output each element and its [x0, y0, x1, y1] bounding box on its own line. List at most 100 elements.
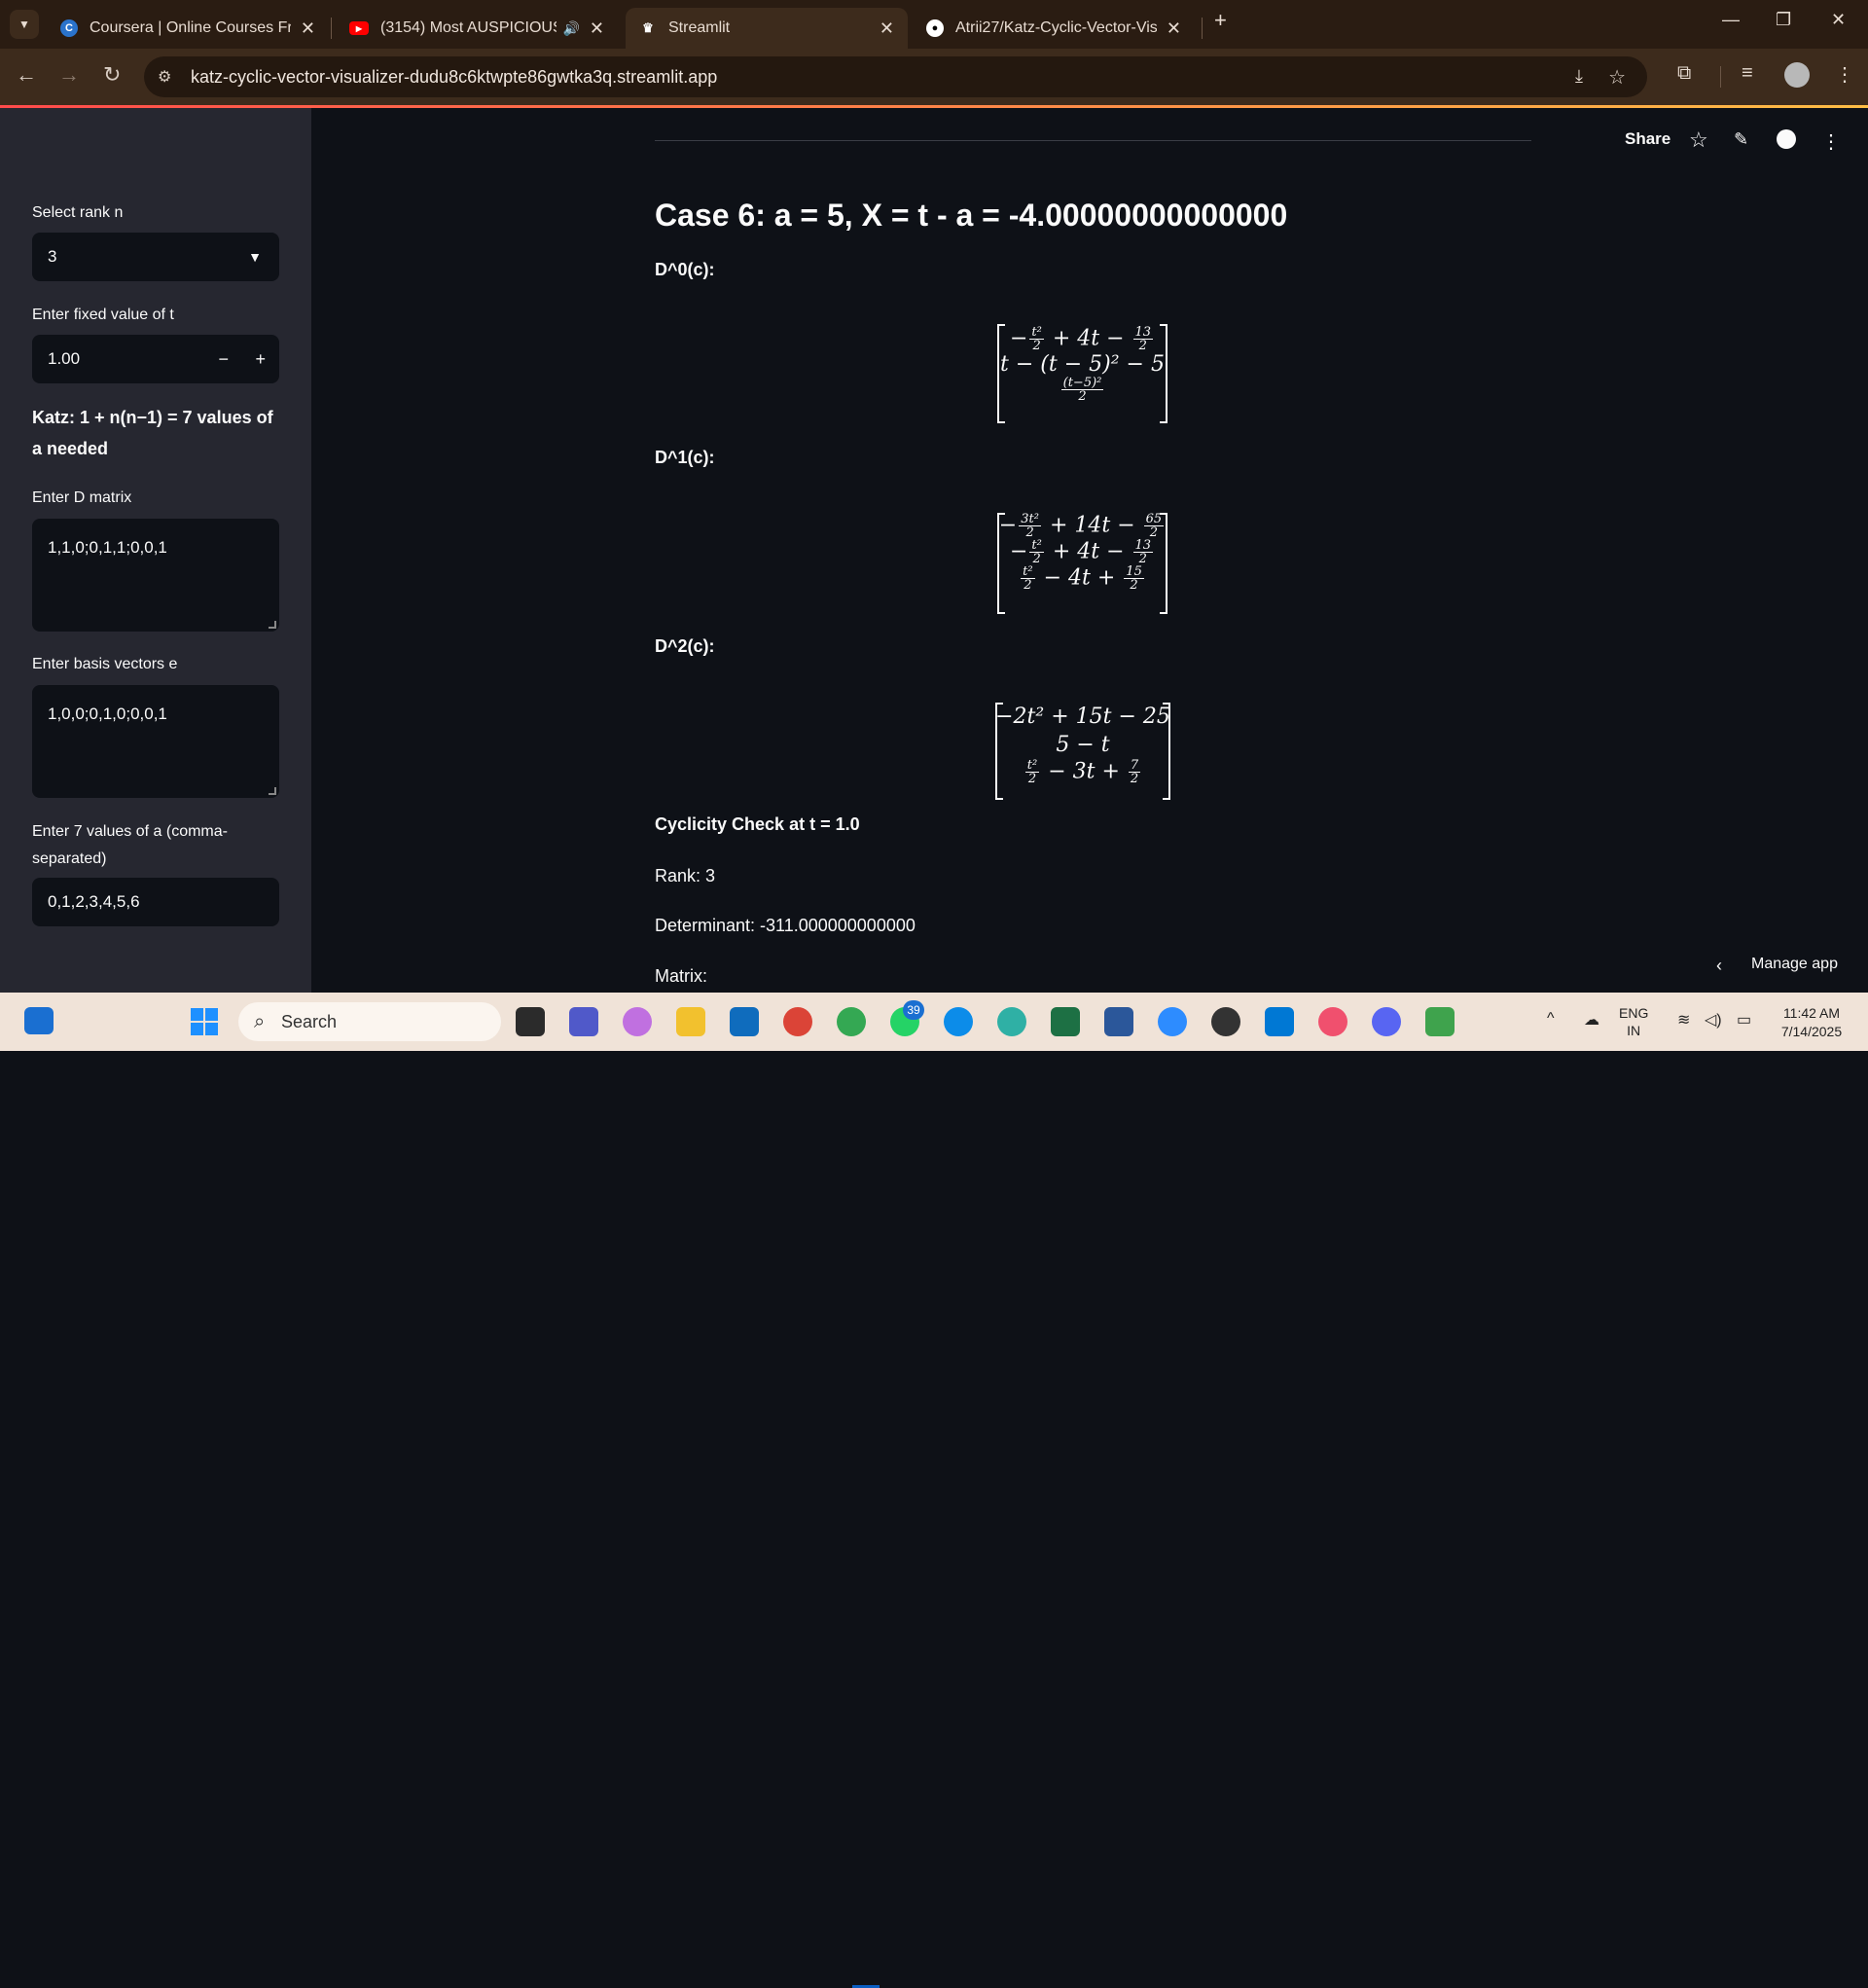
language-indicator[interactable]: ENG IN: [1619, 1004, 1648, 1039]
rank-select[interactable]: 3 ▼: [32, 233, 279, 281]
tab-coursera[interactable]: C Coursera | Online Courses From ✕: [47, 8, 329, 49]
tab-github[interactable]: ● Atrii27/Katz-Cyclic-Vector-Visua ✕: [913, 8, 1195, 49]
denominator: 2: [1078, 389, 1087, 404]
rank-label: Select rank n: [32, 204, 124, 221]
t-number-input[interactable]: 1.00 − +: [32, 335, 279, 383]
edge-icon[interactable]: [944, 1007, 973, 1036]
a-values-input[interactable]: 0,1,2,3,4,5,6: [32, 878, 279, 926]
denominator: 2: [1138, 339, 1147, 353]
battery-icon[interactable]: ▭: [1737, 1010, 1751, 1030]
excel-icon[interactable]: [1051, 1007, 1080, 1036]
date-text: 7/14/2025: [1780, 1024, 1843, 1039]
matrix-label: Matrix:: [655, 966, 707, 986]
math-text: 5 − t: [1056, 733, 1110, 757]
matrix-row: t² 2 − 3t + 72: [995, 759, 1170, 785]
tab-title: Atrii27/Katz-Cyclic-Vector-Visua: [955, 19, 1157, 36]
restore-icon[interactable]: ❐: [1776, 10, 1791, 30]
close-icon[interactable]: ✕: [590, 18, 604, 39]
close-icon[interactable]: ✕: [880, 18, 894, 39]
outlook-icon[interactable]: [730, 1007, 759, 1036]
d-matrix-value: 1,1,0;0,1,1;0,0,1: [48, 538, 167, 557]
teams-icon[interactable]: [569, 1007, 598, 1036]
bracket-left: [995, 703, 1003, 800]
math-text: t − (t − 5)² − 5: [1000, 352, 1165, 377]
resize-handle-icon[interactable]: [269, 621, 276, 629]
tab-search-icon[interactable]: ▼: [10, 10, 39, 39]
record-icon[interactable]: [1318, 1007, 1347, 1036]
discord-icon[interactable]: [1372, 1007, 1401, 1036]
close-icon[interactable]: ✕: [301, 18, 315, 39]
math-text: + 4t −: [1052, 539, 1125, 564]
numerator: 3t²: [1019, 512, 1041, 526]
wordpress-icon[interactable]: [1211, 1007, 1240, 1036]
star-icon[interactable]: ☆: [1689, 127, 1708, 153]
copilot-icon[interactable]: [623, 1007, 652, 1036]
more-menu-icon[interactable]: ⋮: [1821, 129, 1841, 154]
chrome-profile-icon[interactable]: [837, 1007, 866, 1036]
github-icon[interactable]: [1777, 129, 1796, 149]
wifi-icon[interactable]: ≋: [1677, 1010, 1690, 1030]
decrement-button[interactable]: −: [218, 349, 229, 370]
site-info-icon[interactable]: ⚙: [158, 67, 171, 87]
media-control-icon[interactable]: ≡: [1742, 62, 1753, 85]
chevron-up-icon[interactable]: ^: [1547, 1010, 1555, 1028]
file-explorer-icon[interactable]: [676, 1007, 705, 1036]
back-icon[interactable]: ←: [16, 62, 37, 88]
minimize-icon[interactable]: —: [1722, 10, 1740, 30]
rank-value: 3: [48, 247, 57, 266]
url-field[interactable]: ⚙ katz-cyclic-vector-visualizer-dudu8c6k…: [144, 56, 1647, 97]
edit-pencil-icon[interactable]: ✎: [1734, 129, 1748, 150]
tab-streamlit[interactable]: ♛ Streamlit ✕: [626, 8, 908, 49]
onedrive-icon[interactable]: ☁: [1584, 1010, 1599, 1030]
window-close-icon[interactable]: ✕: [1831, 10, 1846, 30]
tab-title: (3154) Most AUSPICIOUS SI: [380, 19, 557, 36]
start-tile: [191, 1023, 203, 1035]
install-app-icon[interactable]: ⤓: [1575, 66, 1583, 87]
new-tab-icon[interactable]: +: [1214, 8, 1227, 33]
rank-text: Rank: 3: [655, 866, 716, 886]
search-icon: ⌕: [254, 1010, 266, 1032]
bookmark-star-icon[interactable]: ☆: [1608, 65, 1626, 90]
task-view-icon[interactable]: [516, 1007, 545, 1036]
browser-menu-icon[interactable]: ⋮: [1835, 62, 1854, 87]
word-icon[interactable]: [1104, 1007, 1133, 1036]
chevron-left-icon[interactable]: ‹: [1716, 956, 1722, 976]
d-matrix-label: Enter D matrix: [32, 489, 132, 506]
chrome-icon[interactable]: [783, 1007, 812, 1036]
speaker-icon[interactable]: 🔊: [562, 20, 579, 37]
increment-button[interactable]: +: [255, 349, 266, 370]
determinant-text: Determinant: -311.000000000000: [655, 916, 916, 935]
clock[interactable]: 11:42 AM 7/14/2025: [1773, 1004, 1850, 1041]
d-matrix-textarea[interactable]: 1,1,0;0,1,1;0,0,1: [32, 519, 279, 632]
manage-app-button[interactable]: Manage app: [1751, 956, 1838, 973]
edge-beta-icon[interactable]: [997, 1007, 1026, 1036]
extensions-icon[interactable]: ⧉: [1677, 62, 1691, 85]
resize-handle-icon[interactable]: [269, 787, 276, 795]
fraction: 13 2: [1132, 326, 1154, 353]
close-icon[interactable]: ✕: [1167, 18, 1181, 39]
widgets-icon[interactable]: [24, 1007, 54, 1034]
sidebar: Select rank n 3 ▼ Enter fixed value of t…: [0, 108, 311, 993]
taskbar-search[interactable]: ⌕ Search: [238, 1002, 501, 1041]
numerator: 15: [1124, 564, 1144, 579]
url-text: katz-cyclic-vector-visualizer-dudu8c6ktw…: [191, 66, 718, 87]
tab-separator: [331, 18, 332, 39]
matrix-row: (t−5)² 2: [997, 377, 1168, 403]
zoom-icon[interactable]: [1158, 1007, 1187, 1036]
matrix-row: −2t² + 15t − 25: [995, 703, 1170, 732]
d1-label: D^1(c):: [655, 448, 715, 467]
forward-icon[interactable]: →: [58, 62, 80, 88]
volume-icon[interactable]: ◁): [1705, 1010, 1722, 1030]
security-icon[interactable]: [1425, 1007, 1455, 1036]
windows-start-icon[interactable]: [191, 1008, 218, 1035]
share-button[interactable]: Share: [1625, 129, 1670, 149]
basis-textarea[interactable]: 1,0,0;0,1,0;0,0,1: [32, 685, 279, 798]
reload-icon[interactable]: ↻: [103, 62, 121, 88]
lang-region: IN: [1627, 1023, 1641, 1038]
profile-avatar[interactable]: [1784, 62, 1810, 88]
github-icon: ●: [926, 19, 944, 37]
tab-youtube[interactable]: ▶ (3154) Most AUSPICIOUS SI 🔊 ✕: [336, 8, 618, 49]
cyclicity-heading: Cyclicity Check at t = 1.0: [655, 814, 860, 834]
vscode-icon[interactable]: [1265, 1007, 1294, 1036]
a-values-label: Enter 7 values of a (comma-separated): [32, 823, 228, 867]
